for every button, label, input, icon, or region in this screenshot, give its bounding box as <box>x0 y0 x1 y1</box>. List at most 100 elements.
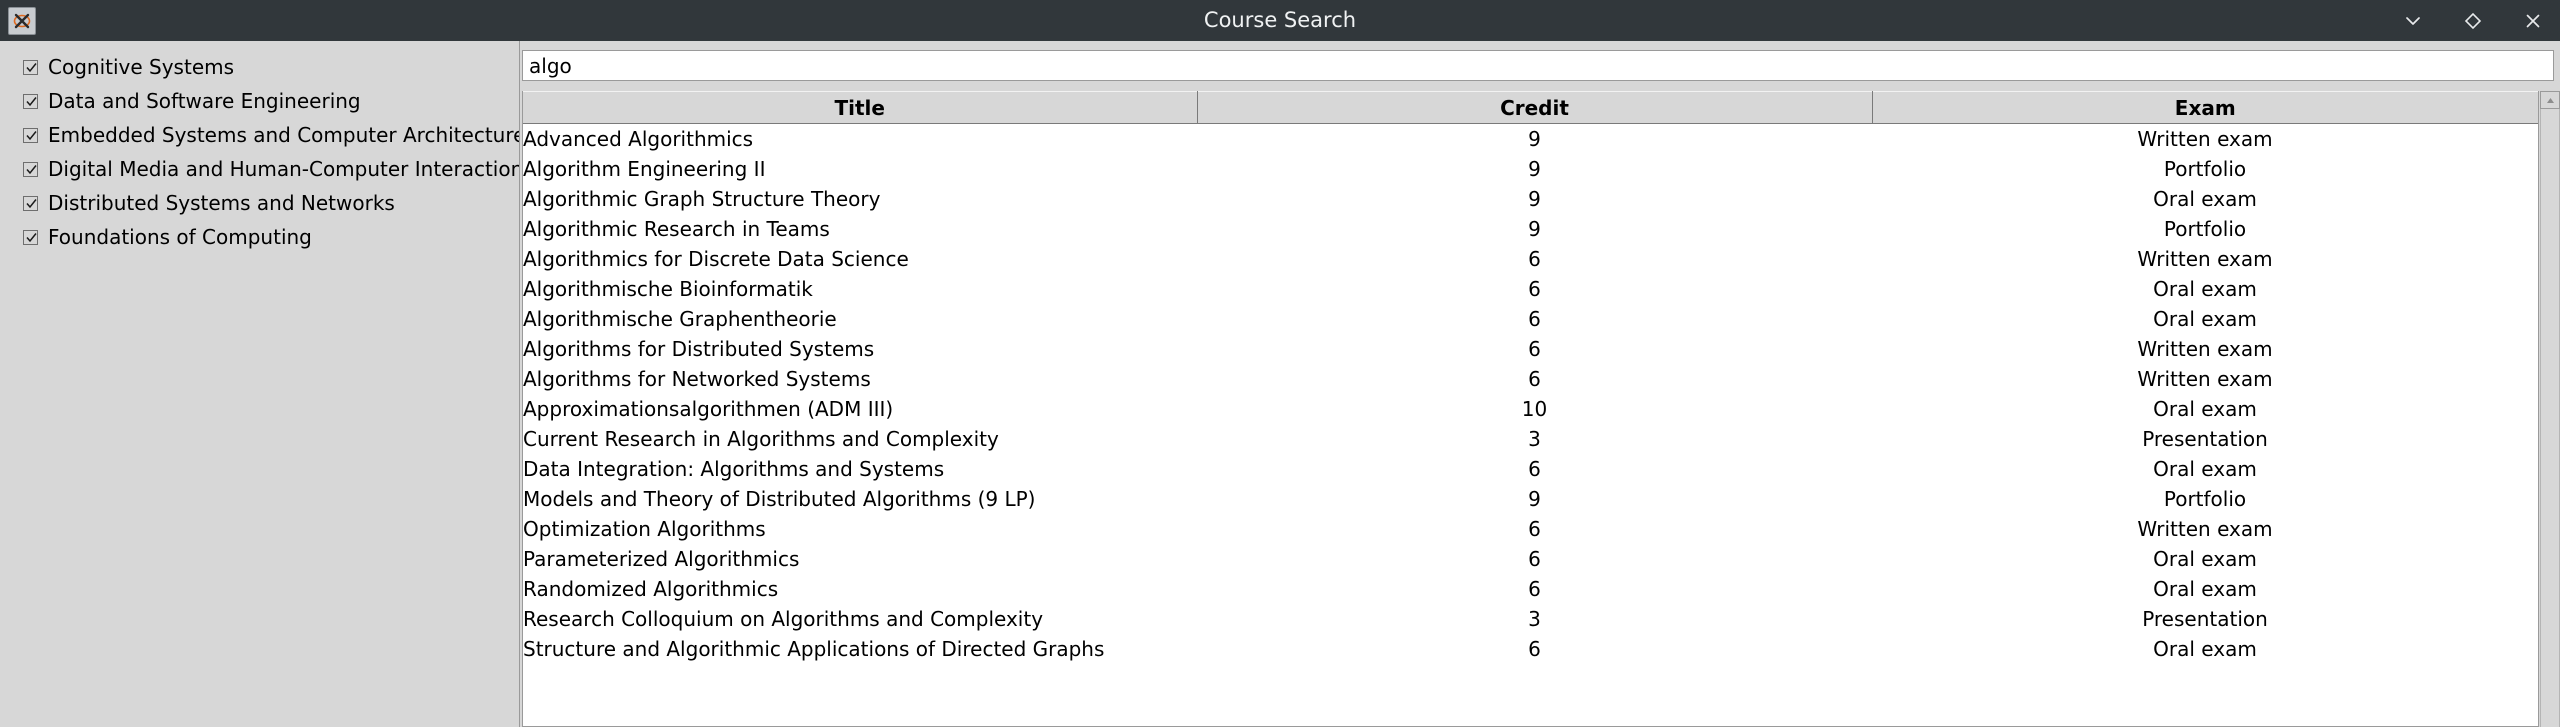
cell-credit: 3 <box>1528 607 1541 631</box>
table-row[interactable]: Algorithm Engineering II 9 Portfolio <box>523 154 2538 184</box>
maximize-button[interactable] <box>2460 8 2486 34</box>
cell-title: Models and Theory of Distributed Algorit… <box>523 487 1036 511</box>
sidebar-item-label: Data and Software Engineering <box>48 89 361 113</box>
search-bar <box>520 41 2560 91</box>
cell-exam: Oral exam <box>2153 547 2257 571</box>
cell-exam: Written exam <box>2137 127 2273 151</box>
checkbox-checked-icon[interactable] <box>23 127 38 143</box>
scrollbar-track[interactable] <box>2540 109 2560 727</box>
cell-title: Algorithmics for Discrete Data Science <box>523 247 909 271</box>
checkbox-checked-icon[interactable] <box>23 195 38 211</box>
cell-title: Algorithms for Distributed Systems <box>523 337 875 361</box>
cell-title: Algorithms for Networked Systems <box>523 367 871 391</box>
department-filter-sidebar: Cognitive Systems Data and Software Engi… <box>0 41 536 727</box>
cell-exam: Presentation <box>2142 427 2268 451</box>
results-area: Title Credit Exam Advanced Algorithmics … <box>520 91 2560 727</box>
cell-credit: 6 <box>1528 247 1541 271</box>
vertical-scrollbar[interactable] <box>2539 91 2560 727</box>
cell-exam: Written exam <box>2137 337 2273 361</box>
cell-title: Algorithmic Graph Structure Theory <box>523 187 881 211</box>
table-row[interactable]: Algorithmische Bioinformatik 6 Oral exam <box>523 274 2538 304</box>
cell-credit: 9 <box>1528 187 1541 211</box>
cell-title: Algorithmische Bioinformatik <box>523 277 813 301</box>
table-row[interactable]: Data Integration: Algorithms and Systems… <box>523 454 2538 484</box>
table-row[interactable]: Advanced Algorithmics 9 Written exam <box>523 124 2538 155</box>
cell-credit: 10 <box>1521 397 1548 421</box>
cell-exam: Oral exam <box>2153 187 2257 211</box>
cell-credit: 6 <box>1528 367 1541 391</box>
sidebar-item-data-and-software-engineering[interactable]: Data and Software Engineering <box>0 84 519 118</box>
column-header-credit[interactable]: Credit <box>1197 91 1873 124</box>
checkbox-checked-icon[interactable] <box>23 161 38 177</box>
column-header-title[interactable]: Title <box>523 91 1198 124</box>
table-row[interactable]: Parameterized Algorithmics 6 Oral exam <box>523 544 2538 574</box>
checkbox-checked-icon[interactable] <box>23 59 38 75</box>
cell-exam: Oral exam <box>2153 637 2257 661</box>
table-row[interactable]: Structure and Algorithmic Applications o… <box>523 634 2538 664</box>
checkbox-checked-icon[interactable] <box>23 229 38 245</box>
cell-credit: 9 <box>1528 127 1541 151</box>
cell-credit: 6 <box>1528 277 1541 301</box>
course-results-table: Title Credit Exam Advanced Algorithmics … <box>523 91 2538 664</box>
cell-title: Current Research in Algorithms and Compl… <box>523 427 999 451</box>
sidebar-item-distributed-systems-and-networks[interactable]: Distributed Systems and Networks <box>0 186 519 220</box>
cell-title: Algorithmic Research in Teams <box>523 217 830 241</box>
window-controls <box>2400 0 2546 41</box>
table-row[interactable]: Models and Theory of Distributed Algorit… <box>523 484 2538 514</box>
table-body: Advanced Algorithmics 9 Written exam Alg… <box>523 124 2538 665</box>
cell-title: Algorithmische Graphentheorie <box>523 307 837 331</box>
cell-exam: Written exam <box>2137 247 2273 271</box>
cell-title: Randomized Algorithmics <box>523 577 779 601</box>
sidebar-item-label: Foundations of Computing <box>48 225 312 249</box>
table-row[interactable]: Research Colloquium on Algorithms and Co… <box>523 604 2538 634</box>
cell-credit: 6 <box>1528 337 1541 361</box>
sidebar-item-foundations-of-computing[interactable]: Foundations of Computing <box>0 220 519 254</box>
table-row[interactable]: Optimization Algorithms 6 Written exam <box>523 514 2538 544</box>
cell-exam: Written exam <box>2137 517 2273 541</box>
triangle-up-icon <box>2546 97 2554 103</box>
cell-credit: 9 <box>1528 487 1541 511</box>
cell-title: Research Colloquium on Algorithms and Co… <box>523 607 1044 631</box>
cell-exam: Oral exam <box>2153 457 2257 481</box>
table-row[interactable]: Algorithmic Research in Teams 9 Portfoli… <box>523 214 2538 244</box>
cell-exam: Portfolio <box>2163 157 2247 181</box>
table-row[interactable]: Algorithmics for Discrete Data Science 6… <box>523 244 2538 274</box>
table-row[interactable]: Approximationsalgorithmen (ADM III) 10 O… <box>523 394 2538 424</box>
cell-credit: 6 <box>1528 457 1541 481</box>
table-header-row: Title Credit Exam <box>523 91 2538 124</box>
sidebar-item-label: Digital Media and Human-Computer Interac… <box>48 157 524 181</box>
sidebar-item-embedded-systems-and-computer-architectures[interactable]: Embedded Systems and Computer Architectu… <box>0 118 536 152</box>
search-input[interactable] <box>522 50 2554 81</box>
table-row[interactable]: Current Research in Algorithms and Compl… <box>523 424 2538 454</box>
table-row[interactable]: Algorithms for Distributed Systems 6 Wri… <box>523 334 2538 364</box>
window-title: Course Search <box>1203 8 1357 32</box>
cell-exam: Oral exam <box>2153 307 2257 331</box>
cell-exam: Oral exam <box>2153 397 2257 421</box>
cell-exam: Oral exam <box>2153 577 2257 601</box>
cell-credit: 9 <box>1528 157 1541 181</box>
minimize-button[interactable] <box>2400 8 2426 34</box>
cell-title: Approximationsalgorithmen (ADM III) <box>523 397 894 421</box>
cell-exam: Portfolio <box>2163 217 2247 241</box>
column-header-exam[interactable]: Exam <box>1872 91 2538 124</box>
cell-credit: 9 <box>1528 217 1541 241</box>
table-row[interactable]: Algorithmische Graphentheorie 6 Oral exa… <box>523 304 2538 334</box>
table-row[interactable]: Algorithmic Graph Structure Theory 9 Ora… <box>523 184 2538 214</box>
checkbox-checked-icon[interactable] <box>23 93 38 109</box>
cell-exam: Portfolio <box>2163 487 2247 511</box>
cell-credit: 6 <box>1528 307 1541 331</box>
cell-title: Advanced Algorithmics <box>523 127 754 151</box>
x11-logo-icon <box>8 6 36 35</box>
sidebar-item-label: Embedded Systems and Computer Architectu… <box>48 123 536 147</box>
cell-title: Structure and Algorithmic Applications o… <box>523 637 1105 661</box>
close-button[interactable] <box>2520 8 2546 34</box>
cell-exam: Oral exam <box>2153 277 2257 301</box>
sidebar-item-digital-media-and-human-computer-interaction[interactable]: Digital Media and Human-Computer Interac… <box>0 152 523 186</box>
table-row[interactable]: Randomized Algorithmics 6 Oral exam <box>523 574 2538 604</box>
sidebar-item-cognitive-systems[interactable]: Cognitive Systems <box>0 50 519 84</box>
cell-title: Data Integration: Algorithms and Systems <box>523 457 945 481</box>
sidebar-item-label: Distributed Systems and Networks <box>48 191 395 215</box>
main-panel: Title Credit Exam Advanced Algorithmics … <box>519 41 2560 727</box>
scroll-up-button[interactable] <box>2540 91 2560 109</box>
table-row[interactable]: Algorithms for Networked Systems 6 Writt… <box>523 364 2538 394</box>
